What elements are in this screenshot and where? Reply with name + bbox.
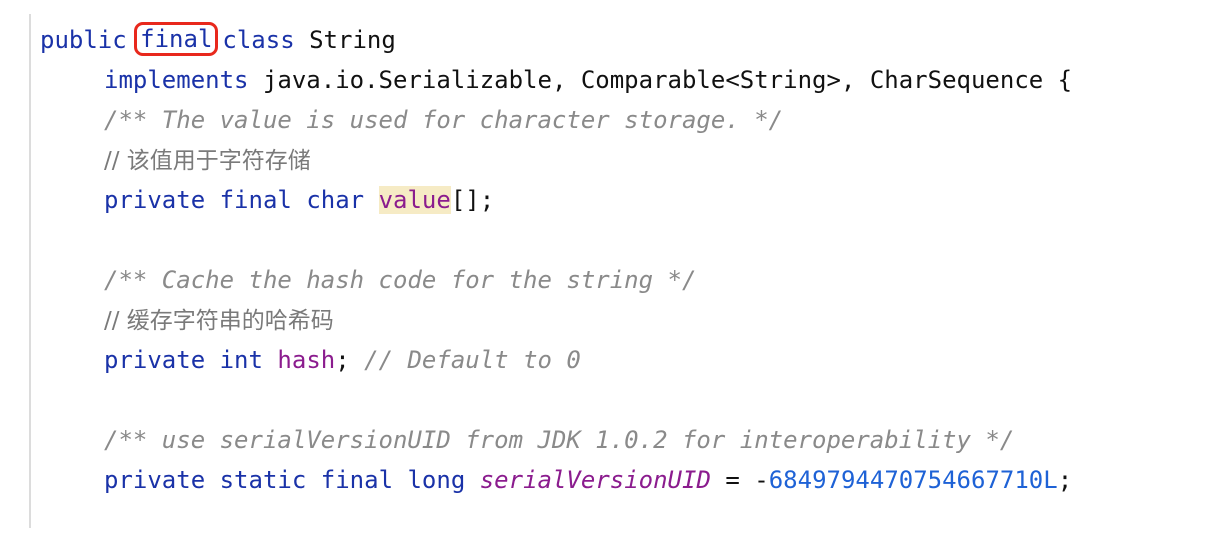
minus-sign: - — [754, 466, 769, 494]
chinese-comment: // 缓存字符串的哈希码 — [104, 308, 334, 334]
keyword-private: private — [104, 186, 206, 214]
javadoc-comment: /** The value is used for character stor… — [104, 106, 784, 134]
keyword-class: class — [222, 26, 295, 54]
keyword-char: char — [306, 186, 365, 214]
keyword-final-highlighted: final — [134, 22, 219, 56]
semicolon: ; — [1057, 466, 1073, 494]
keyword-static: static — [219, 466, 307, 494]
keyword-final: final — [219, 186, 292, 214]
code-block: public final class String implements java… — [40, 20, 1072, 500]
code-line-12: private static final long serialVersionU… — [40, 460, 1072, 500]
javadoc-comment: /** use serialVersionUID from JDK 1.0.2 … — [104, 426, 1015, 454]
keyword-long: long — [407, 466, 466, 494]
keyword-private: private — [104, 466, 206, 494]
semicolon: ; — [335, 346, 350, 374]
inline-comment: // Default to 0 — [364, 346, 581, 374]
number-literal: 6849794470754667710L — [768, 466, 1058, 494]
field-value: value — [378, 186, 451, 214]
keyword-implements: implements — [104, 66, 249, 94]
code-editor[interactable]: public final class String implements java… — [0, 0, 1222, 534]
gutter-separator — [29, 14, 31, 528]
javadoc-comment: /** Cache the hash code for the string *… — [104, 266, 697, 294]
code-line-8: // 缓存字符串的哈希码 — [40, 300, 1072, 340]
code-line-7: /** Cache the hash code for the string *… — [40, 260, 1072, 300]
keyword-public: public — [40, 26, 127, 54]
code-line-9: private int hash; // Default to 0 — [40, 340, 1072, 380]
code-line-2: implements java.io.Serializable, Compara… — [40, 60, 1072, 100]
code-line-4: // 该值用于字符存储 — [40, 140, 1072, 180]
field-serial-version-uid: serialVersionUID — [479, 466, 711, 494]
chinese-comment: // 该值用于字符存储 — [104, 148, 311, 174]
class-name: String — [309, 26, 396, 54]
keyword-int: int — [219, 346, 263, 374]
code-line-1: public final class String — [40, 20, 1072, 60]
code-line-11: /** use serialVersionUID from JDK 1.0.2 … — [40, 420, 1072, 460]
field-hash: hash — [277, 346, 336, 374]
equals-sign: = — [725, 466, 740, 494]
array-brackets: []; — [450, 186, 495, 214]
interfaces-list: java.io.Serializable, Comparable<String>… — [262, 66, 1073, 94]
keyword-final: final — [320, 466, 394, 494]
code-line-5: private final char value[]; — [40, 180, 1072, 220]
keyword-private: private — [104, 346, 206, 374]
code-line-3: /** The value is used for character stor… — [40, 100, 1072, 140]
